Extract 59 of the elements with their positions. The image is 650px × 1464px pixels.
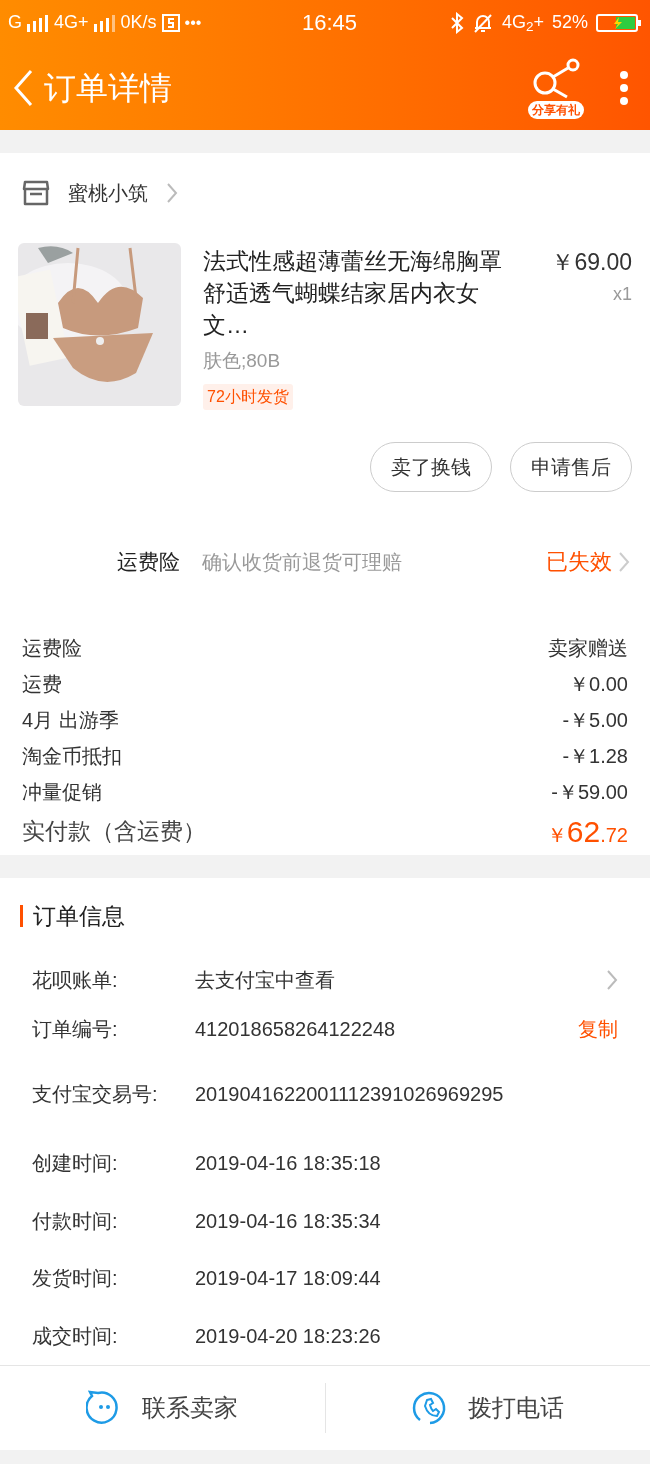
- info-value: 412018658264122248: [195, 1017, 397, 1043]
- phone-icon: [411, 1390, 448, 1426]
- fee-value: -￥5.00: [562, 707, 628, 733]
- more-menu-icon[interactable]: [618, 69, 630, 106]
- fee-value: -￥1.28: [562, 743, 628, 769]
- fee-label: 淘金币抵扣: [22, 743, 122, 769]
- fee-label: 4月 出游季: [22, 707, 119, 733]
- sku-text: 肤色;80B: [203, 349, 281, 373]
- page-title: 订单详情: [44, 68, 172, 108]
- action-button[interactable]: 申请售后: [510, 441, 632, 492]
- section-title: 订单信息: [33, 902, 125, 932]
- info-label: 花呗账单:: [32, 967, 119, 993]
- info-label: 订单编号:: [32, 1017, 119, 1043]
- total-amount: ￥62.72: [546, 814, 628, 850]
- info-value[interactable]: 去支付宝中查看: [195, 966, 535, 993]
- app-notification-icon: [161, 13, 180, 32]
- more-notifications-text: •••: [184, 12, 202, 33]
- insurance-status: 已失效: [546, 548, 612, 576]
- bluetooth-icon: [449, 11, 464, 34]
- insurance-description: 确认收货前退货可理赔: [202, 549, 403, 575]
- info-label: 成交时间:: [32, 1324, 119, 1350]
- share-badge: 分享有礼: [528, 100, 584, 119]
- info-value: 2019-04-20 18:23:26: [195, 1324, 382, 1350]
- action-button[interactable]: 卖了换钱: [370, 441, 492, 492]
- insurance-label: 运费险: [116, 548, 180, 575]
- info-label: 创建时间:: [32, 1150, 119, 1176]
- quantity-text: x1: [613, 283, 632, 306]
- info-label: 付款时间:: [32, 1208, 119, 1234]
- fee-value: 卖家赠送: [548, 635, 628, 661]
- price-text: ￥69.00: [551, 248, 632, 277]
- fee-value: -￥59.00: [551, 779, 628, 805]
- info-label: 支付宝交易号:: [32, 1082, 159, 1108]
- product-title[interactable]: 法式性感超薄蕾丝无海绵胸罩舒适透气蝴蝶结家居内衣女文…: [203, 245, 515, 341]
- signal-icon: [27, 13, 49, 32]
- fee-label: 运费: [22, 671, 62, 697]
- back-icon[interactable]: [12, 67, 34, 108]
- chevron-right-icon: [166, 182, 178, 204]
- fee-label: 运费险: [22, 635, 82, 661]
- speed-text: 0K/s: [120, 11, 157, 34]
- info-value: 2019-04-17 18:09:44: [195, 1266, 382, 1292]
- shipping-tag: 72小时发货: [203, 383, 293, 410]
- chevron-right-icon: [618, 550, 630, 573]
- shop-name[interactable]: 蜜桃小筑: [68, 178, 148, 208]
- fee-value: ￥0.00: [569, 671, 628, 697]
- fee-label: 冲量促销: [22, 779, 102, 805]
- info-value: 2019041622001112391026969295: [195, 1082, 505, 1108]
- chevron-right-icon: [606, 968, 618, 991]
- network-text: 4G$_{2}$+: [501, 11, 544, 36]
- info-label: 发货时间:: [32, 1266, 119, 1292]
- clock-text: 16:45: [302, 9, 358, 37]
- carrier-text: G: [8, 11, 22, 34]
- network-text: 4G+: [54, 11, 89, 34]
- call-button[interactable]: 拨打电话: [325, 1366, 650, 1450]
- battery-percent-text: 52%: [551, 11, 588, 34]
- info-value: 2019-04-16 18:35:34: [195, 1208, 382, 1234]
- contact-seller-button[interactable]: 联系卖家: [0, 1366, 325, 1450]
- signal-icon: [93, 13, 116, 32]
- total-label: 实付款（含运费）: [22, 817, 206, 847]
- info-value: 2019-04-16 18:35:18: [195, 1150, 382, 1176]
